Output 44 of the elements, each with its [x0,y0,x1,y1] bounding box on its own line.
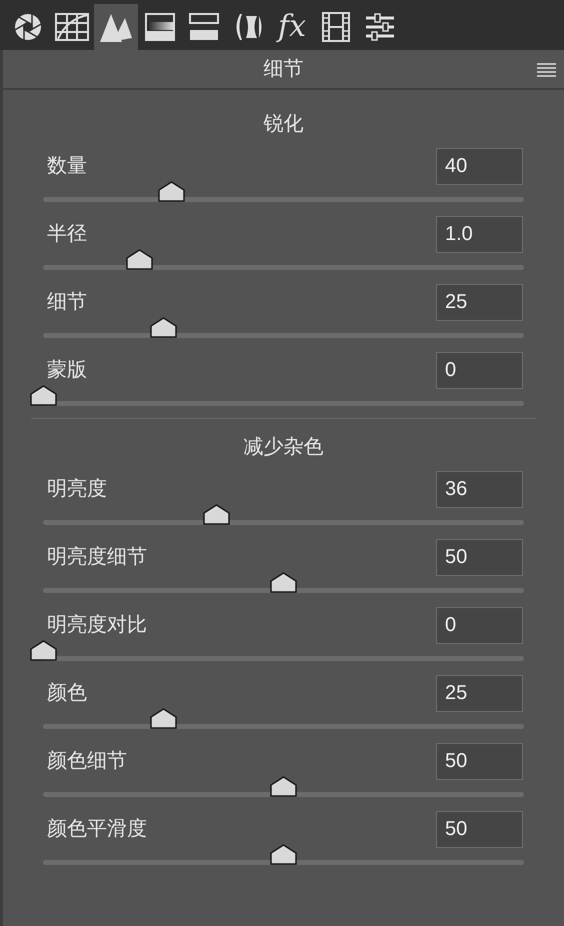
film-strip-icon [322,12,350,42]
slider-label: 颜色平滑度 [47,817,147,842]
slider-label: 蒙版 [47,358,87,383]
value-field[interactable]: 50 [436,538,523,576]
menu-icon[interactable] [537,63,556,77]
value-field[interactable]: 50 [436,810,523,848]
value-field[interactable]: 36 [436,470,523,508]
slider-label: 细节 [47,290,87,315]
value-field[interactable]: 1.0 [436,216,523,252]
split-bars-icon [189,13,219,41]
curve-grid-icon [55,13,89,41]
slider-label: 明亮度细节 [47,545,147,570]
aperture-icon [13,12,43,42]
slider-label: 明亮度对比 [47,613,147,638]
fx-icon: fx [278,12,306,42]
panel-title: 细节 [264,57,304,82]
section-title: 减少杂色 [244,435,324,460]
value-field[interactable]: 50 [436,742,523,780]
slider-thumb[interactable] [270,572,297,593]
slider-thumb[interactable] [202,504,230,525]
slider-label: 明亮度 [47,477,107,502]
slider-thumb[interactable] [30,640,57,661]
section-title: 锐化 [264,112,304,137]
value-field[interactable]: 25 [436,284,523,320]
panel-tab[interactable] [94,4,138,50]
slider-thumb[interactable] [30,385,57,406]
slider-thumb[interactable] [270,776,297,797]
slider-thumb[interactable] [150,708,177,729]
value-field[interactable]: 25 [436,674,523,712]
slider-label: 数量 [47,154,87,179]
slider-label: 颜色 [47,681,87,706]
slider-thumb[interactable] [270,844,297,865]
value-field[interactable]: 0 [436,352,523,388]
value-field[interactable]: 40 [436,148,523,184]
gradient-bars-icon [145,13,175,41]
slider-thumb[interactable] [150,317,177,338]
panel-tab[interactable]: fx [270,4,314,50]
sliders-icon [365,12,395,42]
mountain-peaks-icon [100,12,132,42]
slider-label: 颜色细节 [47,749,127,774]
slider-thumb[interactable] [126,249,153,270]
slider-label: 半径 [47,222,87,247]
value-field[interactable]: 0 [436,606,523,644]
slider-thumb[interactable] [158,181,186,202]
